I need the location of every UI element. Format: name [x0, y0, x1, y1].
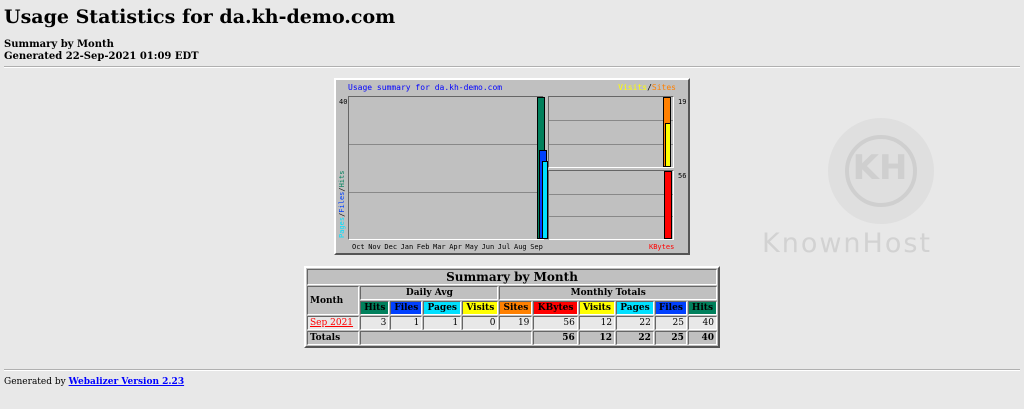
- month-link[interactable]: Sep 2021: [310, 318, 353, 328]
- gridline: [349, 192, 543, 193]
- generated-timestamp: Generated 22-Sep-2021 01:09 EDT: [4, 51, 199, 62]
- totals-cell: 56: [533, 331, 578, 345]
- legend-sites: Sites: [651, 83, 676, 92]
- col-header-files: Files: [390, 301, 423, 315]
- left-axis-label: Pages/Files/Hits: [338, 170, 346, 238]
- daily-avg-header: Daily Avg: [360, 286, 499, 300]
- month-label-mar: Mar: [433, 243, 446, 251]
- subheader: Summary by Month Generated 22-Sep-2021 0…: [4, 39, 199, 63]
- graph-legend: Visits/Sites: [618, 83, 676, 92]
- col-header-sites: Sites: [499, 301, 533, 315]
- col-header-pages: Pages: [423, 301, 462, 315]
- month-label-may: May: [465, 243, 479, 251]
- monthly-totals-header: Monthly Totals: [499, 286, 717, 300]
- gridline: [549, 194, 673, 195]
- table-title: Summary by Month: [307, 269, 717, 285]
- month-label-jul: Jul: [497, 243, 511, 251]
- month-header: Month: [307, 286, 360, 315]
- data-cell: 0: [462, 316, 499, 330]
- data-cell: 3: [360, 316, 390, 330]
- right-top-max: 19: [678, 98, 687, 106]
- data-cell: 1: [423, 316, 462, 330]
- month-label-oct: Oct: [352, 243, 365, 251]
- col-header-hits: Hits: [687, 301, 717, 315]
- col-header-files: Files: [654, 301, 687, 315]
- summary-table: Summary by Month Month Daily Avg Monthly…: [304, 266, 720, 348]
- data-cell: 1: [390, 316, 423, 330]
- month-label-jun: Jun: [481, 243, 495, 251]
- data-cell: 40: [687, 316, 717, 330]
- gridline: [549, 216, 673, 217]
- gridline: [549, 120, 673, 121]
- data-cell: 56: [533, 316, 578, 330]
- totals-cell: 22: [616, 331, 654, 345]
- legend-visits: Visits: [618, 83, 648, 92]
- totals-cell: 40: [687, 331, 717, 345]
- totals-label: Totals: [307, 331, 360, 345]
- footer: Generated by Webalizer Version 2.23: [4, 377, 184, 387]
- bar-kbytes-sep: [664, 171, 672, 239]
- data-cell: 25: [654, 316, 687, 330]
- watermark-text: KnownHost: [762, 228, 933, 259]
- summary-label: Summary by Month: [4, 39, 114, 50]
- month-label-jan: Jan: [400, 243, 414, 251]
- page-title: Usage Statistics for da.kh-demo.com: [4, 6, 396, 28]
- footer-prefix: Generated by: [4, 377, 66, 387]
- month-cell: Sep 2021: [307, 316, 360, 330]
- right-bottom-max: 56: [678, 172, 687, 180]
- data-cell: 22: [616, 316, 654, 330]
- totals-spacer: [360, 331, 533, 345]
- divider-top: [4, 66, 1020, 68]
- col-header-visits: Visits: [578, 301, 616, 315]
- bar-visits-sep: [665, 123, 671, 167]
- gridline: [349, 144, 543, 145]
- data-cell: 12: [578, 316, 616, 330]
- webalizer-link[interactable]: Webalizer Version 2.23: [69, 377, 184, 387]
- gridline: [549, 144, 673, 145]
- month-label-feb: Feb: [416, 243, 430, 251]
- month-label-sep: Sep: [530, 243, 543, 251]
- graph-title: Usage summary for da.kh-demo.com: [348, 83, 503, 92]
- hits-plot: [348, 96, 549, 240]
- month-label-dec: Dec: [384, 243, 398, 251]
- visits-sites-plot: [548, 96, 674, 168]
- col-header-pages: Pages: [616, 301, 654, 315]
- watermark-letters: KH: [852, 148, 908, 188]
- kbytes-label: KBytes: [649, 243, 675, 251]
- kbytes-plot: [548, 170, 674, 240]
- left-axis-max: 40: [339, 98, 348, 106]
- col-header-hits: Hits: [360, 301, 390, 315]
- usage-graph: Usage summary for da.kh-demo.com Visits/…: [334, 78, 690, 255]
- month-label-apr: Apr: [449, 243, 462, 251]
- totals-cell: 25: [654, 331, 687, 345]
- month-label-aug: Aug: [514, 243, 527, 251]
- month-label-nov: Nov: [368, 243, 381, 251]
- totals-cell: 12: [578, 331, 616, 345]
- col-header-visits: Visits: [462, 301, 499, 315]
- divider-bottom: [4, 369, 1020, 371]
- col-header-kbytes: KBytes: [533, 301, 578, 315]
- data-cell: 19: [499, 316, 533, 330]
